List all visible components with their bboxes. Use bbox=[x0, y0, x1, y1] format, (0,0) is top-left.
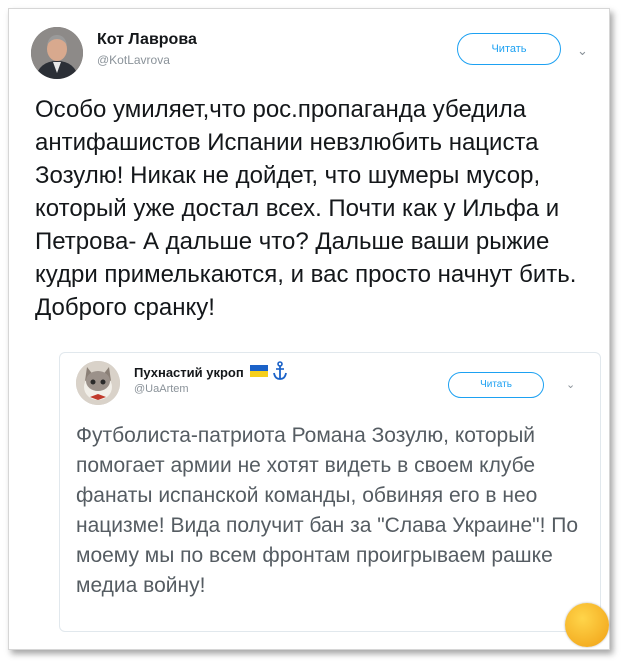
watermark-logo bbox=[565, 603, 609, 647]
author-name[interactable]: Кот Лаврова bbox=[97, 31, 197, 49]
ukraine-flag-icon bbox=[250, 365, 268, 377]
follow-button[interactable]: Читать bbox=[457, 33, 561, 65]
trident-anchor-icon bbox=[273, 361, 287, 380]
quoted-tweet[interactable]: Пухнастий укроп @UaArtem Читать ⌄ Футбол… bbox=[59, 352, 601, 632]
chevron-down-icon[interactable]: ⌄ bbox=[566, 378, 575, 391]
quoted-author-name[interactable]: Пухнастий укроп bbox=[134, 365, 244, 380]
quoted-author-avatar[interactable] bbox=[76, 361, 120, 405]
tweet-card: Кот Лаврова @KotLavrova Читать ⌄ Особо у… bbox=[8, 8, 610, 650]
tweet-text: Особо умиляет,что рос.пропаганда убедила… bbox=[35, 96, 577, 321]
quoted-author-handle[interactable]: @UaArtem bbox=[134, 383, 189, 395]
quoted-follow-button[interactable]: Читать bbox=[448, 372, 544, 398]
author-avatar[interactable] bbox=[31, 27, 83, 79]
chevron-down-icon[interactable]: ⌄ bbox=[577, 43, 588, 59]
quoted-tweet-text: Футболиста-патриота Романа Зозулю, котор… bbox=[76, 424, 579, 597]
author-handle[interactable]: @KotLavrova bbox=[97, 53, 170, 67]
